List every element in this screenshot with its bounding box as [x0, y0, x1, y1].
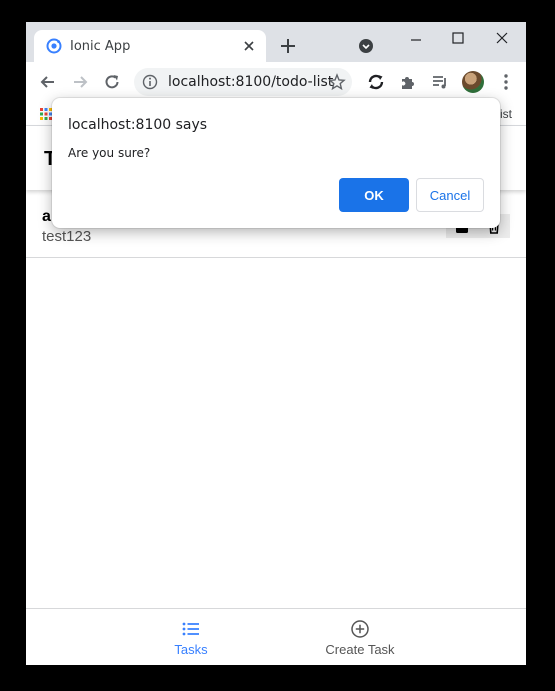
- extensions-puzzle-icon[interactable]: [398, 72, 418, 92]
- browser-toolbar: localhost:8100/todo-list: [26, 62, 526, 102]
- dialog-message: Are you sure?: [68, 146, 151, 160]
- sync-icon[interactable]: [366, 72, 386, 92]
- tab-create-task-label: Create Task: [325, 642, 395, 657]
- browser-tab[interactable]: Ionic App: [34, 30, 266, 62]
- reading-list-label[interactable]: ist: [500, 107, 512, 121]
- ionic-favicon-icon: [46, 38, 62, 54]
- tab-create-task[interactable]: Create Task: [235, 609, 485, 665]
- more-menu-icon[interactable]: [496, 72, 516, 92]
- site-info-icon[interactable]: [142, 74, 158, 90]
- bookmark-star-icon[interactable]: [328, 73, 346, 91]
- minimize-icon[interactable]: [406, 30, 426, 50]
- task-title: a: [42, 208, 51, 225]
- tab-strip: Ionic App: [26, 22, 526, 62]
- forward-icon[interactable]: [70, 72, 90, 92]
- profile-avatar[interactable]: [462, 71, 484, 93]
- bottom-tab-bar: Tasks Create Task: [26, 608, 526, 665]
- apps-grid-icon[interactable]: [40, 108, 52, 120]
- ok-button[interactable]: OK: [339, 178, 409, 212]
- back-icon[interactable]: [38, 72, 58, 92]
- add-circle-icon: [351, 620, 369, 638]
- url-text: localhost:8100/todo-list: [168, 74, 334, 90]
- dialog-title: localhost:8100 says: [68, 117, 208, 133]
- reload-icon[interactable]: [102, 72, 122, 92]
- maximize-icon[interactable]: [448, 28, 468, 48]
- new-tab-icon[interactable]: [278, 36, 298, 56]
- tab-search-icon[interactable]: [358, 38, 374, 54]
- window-close-icon[interactable]: [492, 28, 512, 48]
- tab-close-icon[interactable]: [240, 37, 258, 55]
- task-description: test123: [42, 228, 92, 245]
- tab-title: Ionic App: [70, 39, 131, 54]
- confirm-dialog: localhost:8100 says Are you sure? OK Can…: [52, 98, 500, 228]
- browser-window: Ionic App localhost:8100/todo-list ist T…: [26, 22, 526, 665]
- media-queue-icon[interactable]: [430, 72, 450, 92]
- list-icon: [182, 622, 199, 636]
- cancel-button[interactable]: Cancel: [416, 178, 484, 212]
- address-bar[interactable]: localhost:8100/todo-list: [134, 68, 352, 96]
